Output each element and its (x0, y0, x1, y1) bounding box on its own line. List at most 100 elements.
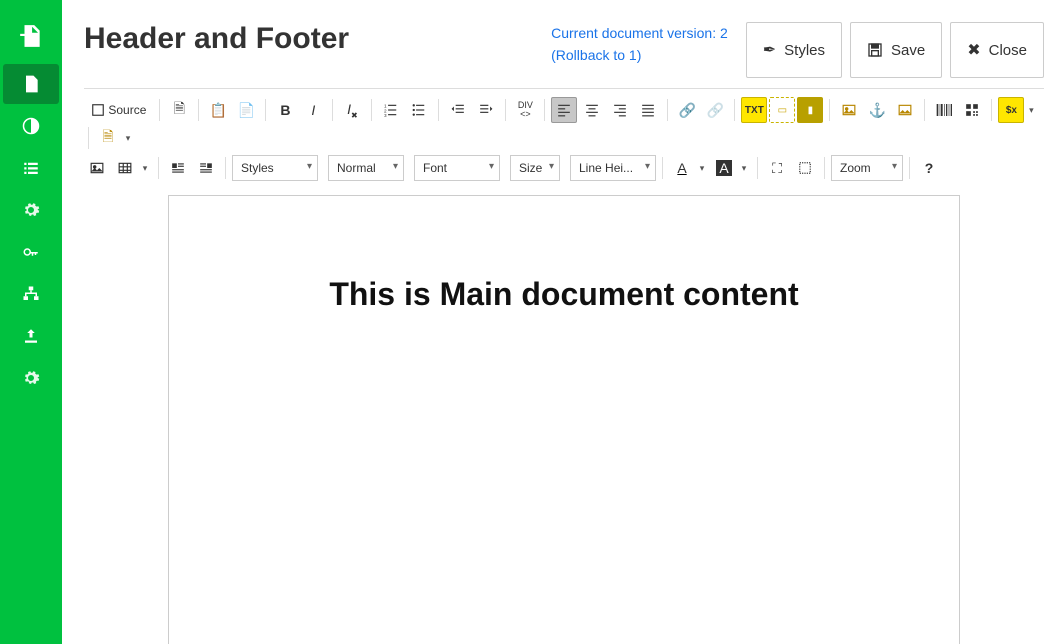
marker2-icon: ▭ (778, 105, 787, 116)
page-title: Header and Footer (84, 22, 349, 56)
bulleted-list-button[interactable] (406, 97, 432, 123)
link-button[interactable]: 🔗 (674, 97, 700, 123)
toolbar-row-1: Source 🗎 📋 📄 B I I✖ 123 DIV<> (84, 95, 1044, 153)
help-button[interactable]: ? (916, 155, 942, 181)
align-center-button[interactable] (579, 97, 605, 123)
bold-button[interactable]: B (272, 97, 298, 123)
align-left-button[interactable] (551, 97, 577, 123)
zoom-select[interactable]: Zoom (831, 155, 903, 181)
font-select[interactable]: Font (414, 155, 500, 181)
float-left-button[interactable] (165, 155, 191, 181)
indent-icon (479, 103, 493, 117)
format-select[interactable]: Normal (328, 155, 404, 181)
textcolor-button[interactable]: A (669, 155, 695, 181)
table-dropdown[interactable]: ▾ (138, 155, 152, 181)
sidebar-item-org[interactable] (3, 274, 59, 314)
save-icon (867, 42, 883, 58)
font-select-label: Font (423, 161, 447, 175)
paste-button[interactable]: 📄 (233, 97, 259, 123)
align-justify-button[interactable] (635, 97, 661, 123)
qrcode-button[interactable] (959, 97, 985, 123)
marker3-button[interactable]: ▮ (797, 97, 823, 123)
insert-image-button[interactable] (836, 97, 862, 123)
div-button[interactable]: DIV<> (512, 97, 538, 123)
gear-icon (22, 369, 40, 387)
numbered-list-icon: 123 (384, 103, 398, 117)
sidebar-item-settings2[interactable] (3, 358, 59, 398)
textcolor-dropdown[interactable]: ▾ (695, 155, 709, 181)
float-right-icon (199, 161, 213, 175)
sidebar-item-keys[interactable] (3, 232, 59, 272)
fullscreen-button[interactable]: ⛶ (764, 155, 790, 181)
sidebar-item-import[interactable] (3, 10, 59, 62)
unlink-icon: 🔗 (707, 102, 724, 119)
variable-dropdown[interactable]: ▾ (1024, 97, 1038, 123)
source-label: Source (108, 103, 146, 117)
italic-button[interactable]: I (300, 97, 326, 123)
help-icon: ? (925, 160, 934, 176)
sidebar-item-list[interactable] (3, 148, 59, 188)
version-block: Current document version: 2 (Rollback to… (551, 22, 728, 67)
outdent-button[interactable] (445, 97, 471, 123)
doc-menu-dropdown[interactable]: ▾ (121, 125, 135, 151)
bold-icon: B (280, 102, 290, 118)
import-doc-icon (18, 22, 44, 50)
close-button[interactable]: ✖ Close (950, 22, 1044, 78)
source-button[interactable]: Source (84, 97, 153, 123)
showblocks-button[interactable] (792, 155, 818, 181)
pen-icon: ✒ (763, 40, 776, 60)
styles-button[interactable]: ✒ Styles (746, 22, 842, 78)
showblocks-icon (798, 161, 812, 175)
image2-icon (898, 103, 912, 117)
anchor-button[interactable]: ⚓ (864, 97, 890, 123)
indent-button[interactable] (473, 97, 499, 123)
sidebar-item-contrast[interactable] (3, 106, 59, 146)
barcode-button[interactable] (931, 97, 957, 123)
variable-button[interactable]: $x (998, 97, 1024, 123)
styles-select[interactable]: Styles (232, 155, 318, 181)
version-rollback-link[interactable]: (Rollback to 1) (551, 47, 641, 63)
sidebar (0, 0, 62, 644)
lineheight-select[interactable]: Line Hei... (570, 155, 656, 181)
zoom-select-label: Zoom (840, 161, 871, 175)
key-icon (22, 243, 40, 261)
sidebar-item-settings[interactable] (3, 190, 59, 230)
clearformat-button[interactable]: I✖ (339, 97, 365, 123)
align-center-icon (585, 103, 599, 117)
unlink-button[interactable]: 🔗 (702, 97, 728, 123)
close-button-label: Close (989, 42, 1027, 59)
lineheight-select-label: Line Hei... (579, 161, 633, 175)
size-select[interactable]: Size (510, 155, 560, 181)
org-chart-icon (22, 285, 40, 303)
align-right-button[interactable] (607, 97, 633, 123)
version-current-link[interactable]: Current document version: 2 (551, 25, 728, 41)
document-heading[interactable]: This is Main document content (229, 276, 899, 313)
bulleted-list-icon (412, 103, 426, 117)
doc-menu-button[interactable]: 🗎 (95, 125, 121, 151)
image-btn2[interactable] (84, 155, 110, 181)
float-right-button[interactable] (193, 155, 219, 181)
canvas[interactable]: This is Main document content (84, 185, 1044, 644)
sidebar-item-upload[interactable] (3, 316, 59, 356)
copy-button[interactable]: 📋 (205, 97, 231, 123)
document-page[interactable]: This is Main document content (168, 195, 960, 644)
align-left-icon (557, 103, 571, 117)
div-icon: DIV<> (518, 101, 533, 119)
header-row: Header and Footer Current document versi… (84, 0, 1044, 88)
svg-text:3: 3 (384, 113, 387, 117)
sidebar-item-document[interactable] (3, 64, 59, 104)
marker2-button[interactable]: ▭ (769, 97, 795, 123)
clearformat-icon: I✖ (347, 101, 358, 120)
newpage-button[interactable]: 🗎 (166, 97, 192, 123)
newpage-icon: 🗎 (174, 98, 185, 122)
save-button[interactable]: Save (850, 22, 942, 78)
align-justify-icon (641, 103, 655, 117)
bgcolor-dropdown[interactable]: ▾ (737, 155, 751, 181)
insert-image2-button[interactable] (892, 97, 918, 123)
bgcolor-button[interactable]: A (711, 155, 737, 181)
marker1-button[interactable]: TXT (741, 97, 767, 123)
table-button[interactable] (112, 155, 138, 181)
numbered-list-button[interactable]: 123 (378, 97, 404, 123)
marker1-icon: TXT (745, 105, 764, 116)
image-icon (842, 103, 856, 117)
